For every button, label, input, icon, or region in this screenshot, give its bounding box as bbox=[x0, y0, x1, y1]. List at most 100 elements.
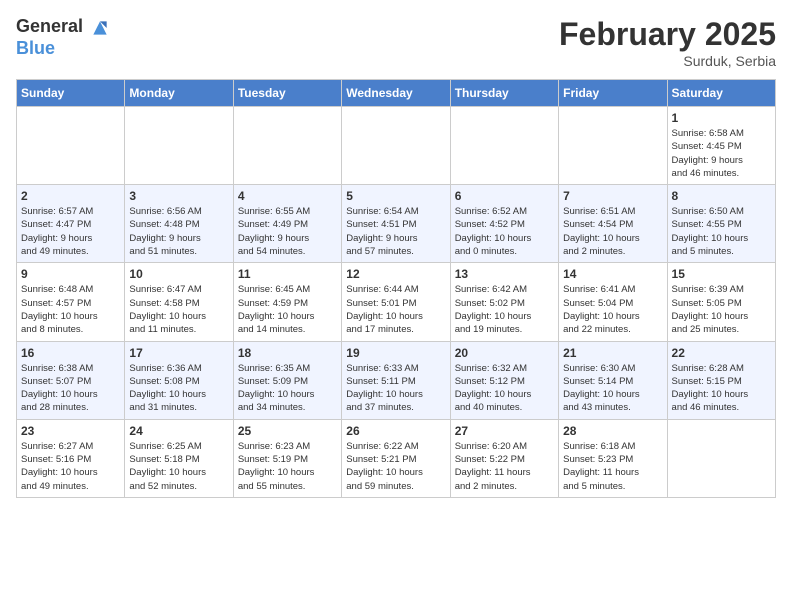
day-number: 17 bbox=[129, 346, 228, 360]
day-number: 16 bbox=[21, 346, 120, 360]
calendar-day: 1 Sunrise: 6:58 AM Sunset: 4:45 PM Daylig… bbox=[667, 107, 775, 185]
day-number: 27 bbox=[455, 424, 554, 438]
weekday-header-row: SundayMondayTuesdayWednesdayThursdayFrid… bbox=[17, 80, 776, 107]
day-info: Sunrise: 6:44 AM Sunset: 5:01 PM Dayligh… bbox=[346, 283, 445, 336]
calendar-day: 27 Sunrise: 6:20 AM Sunset: 5:22 PM Dayli… bbox=[450, 419, 558, 497]
day-number: 7 bbox=[563, 189, 662, 203]
calendar-week-5: 23 Sunrise: 6:27 AM Sunset: 5:16 PM Dayli… bbox=[17, 419, 776, 497]
calendar-day bbox=[559, 107, 667, 185]
calendar-day: 5 Sunrise: 6:54 AM Sunset: 4:51 PM Daylig… bbox=[342, 185, 450, 263]
weekday-header-monday: Monday bbox=[125, 80, 233, 107]
day-number: 10 bbox=[129, 267, 228, 281]
day-number: 19 bbox=[346, 346, 445, 360]
calendar-day: 22 Sunrise: 6:28 AM Sunset: 5:15 PM Dayli… bbox=[667, 341, 775, 419]
day-info: Sunrise: 6:20 AM Sunset: 5:22 PM Dayligh… bbox=[455, 440, 554, 493]
calendar-day: 15Sunrise: 6:39 AM Sunset: 5:05 PM Dayli… bbox=[667, 263, 775, 341]
calendar-day bbox=[125, 107, 233, 185]
calendar-week-3: 9Sunrise: 6:48 AM Sunset: 4:57 PM Daylig… bbox=[17, 263, 776, 341]
day-info: Sunrise: 6:56 AM Sunset: 4:48 PM Dayligh… bbox=[129, 205, 228, 258]
calendar-day: 4 Sunrise: 6:55 AM Sunset: 4:49 PM Daylig… bbox=[233, 185, 341, 263]
day-info: Sunrise: 6:22 AM Sunset: 5:21 PM Dayligh… bbox=[346, 440, 445, 493]
day-info: Sunrise: 6:57 AM Sunset: 4:47 PM Dayligh… bbox=[21, 205, 120, 258]
day-info: Sunrise: 6:33 AM Sunset: 5:11 PM Dayligh… bbox=[346, 362, 445, 415]
calendar-day: 21 Sunrise: 6:30 AM Sunset: 5:14 PM Dayli… bbox=[559, 341, 667, 419]
calendar-week-4: 16 Sunrise: 6:38 AM Sunset: 5:07 PM Dayli… bbox=[17, 341, 776, 419]
day-info: Sunrise: 6:55 AM Sunset: 4:49 PM Dayligh… bbox=[238, 205, 337, 258]
day-info: Sunrise: 6:50 AM Sunset: 4:55 PM Dayligh… bbox=[672, 205, 771, 258]
day-info: Sunrise: 6:30 AM Sunset: 5:14 PM Dayligh… bbox=[563, 362, 662, 415]
calendar-day: 14 Sunrise: 6:41 AM Sunset: 5:04 PM Dayli… bbox=[559, 263, 667, 341]
calendar-day: 7 Sunrise: 6:51 AM Sunset: 4:54 PM Daylig… bbox=[559, 185, 667, 263]
title-block: February 2025 Surduk, Serbia bbox=[559, 16, 776, 69]
calendar-day: 11 Sunrise: 6:45 AM Sunset: 4:59 PM Dayli… bbox=[233, 263, 341, 341]
day-info: Sunrise: 6:45 AM Sunset: 4:59 PM Dayligh… bbox=[238, 283, 337, 336]
day-info: Sunrise: 6:35 AM Sunset: 5:09 PM Dayligh… bbox=[238, 362, 337, 415]
day-number: 23 bbox=[21, 424, 120, 438]
day-info: Sunrise: 6:27 AM Sunset: 5:16 PM Dayligh… bbox=[21, 440, 120, 493]
calendar-day: 26Sunrise: 6:22 AM Sunset: 5:21 PM Dayli… bbox=[342, 419, 450, 497]
page-header: General Blue February 2025 Surduk, Serbi… bbox=[16, 16, 776, 69]
calendar-day bbox=[17, 107, 125, 185]
calendar-day: 24Sunrise: 6:25 AM Sunset: 5:18 PM Dayli… bbox=[125, 419, 233, 497]
calendar-day: 9Sunrise: 6:48 AM Sunset: 4:57 PM Daylig… bbox=[17, 263, 125, 341]
calendar-day: 12Sunrise: 6:44 AM Sunset: 5:01 PM Dayli… bbox=[342, 263, 450, 341]
day-number: 4 bbox=[238, 189, 337, 203]
calendar-day: 23 Sunrise: 6:27 AM Sunset: 5:16 PM Dayli… bbox=[17, 419, 125, 497]
weekday-header-sunday: Sunday bbox=[17, 80, 125, 107]
calendar: SundayMondayTuesdayWednesdayThursdayFrid… bbox=[16, 79, 776, 498]
day-info: Sunrise: 6:41 AM Sunset: 5:04 PM Dayligh… bbox=[563, 283, 662, 336]
calendar-day: 20 Sunrise: 6:32 AM Sunset: 5:12 PM Dayli… bbox=[450, 341, 558, 419]
weekday-header-saturday: Saturday bbox=[667, 80, 775, 107]
weekday-header-friday: Friday bbox=[559, 80, 667, 107]
day-number: 13 bbox=[455, 267, 554, 281]
calendar-week-1: 1 Sunrise: 6:58 AM Sunset: 4:45 PM Daylig… bbox=[17, 107, 776, 185]
day-info: Sunrise: 6:18 AM Sunset: 5:23 PM Dayligh… bbox=[563, 440, 662, 493]
calendar-day: 10 Sunrise: 6:47 AM Sunset: 4:58 PM Dayli… bbox=[125, 263, 233, 341]
location: Surduk, Serbia bbox=[559, 53, 776, 69]
calendar-day: 13 Sunrise: 6:42 AM Sunset: 5:02 PM Dayli… bbox=[450, 263, 558, 341]
calendar-day: 3Sunrise: 6:56 AM Sunset: 4:48 PM Daylig… bbox=[125, 185, 233, 263]
day-number: 8 bbox=[672, 189, 771, 203]
day-number: 14 bbox=[563, 267, 662, 281]
day-info: Sunrise: 6:58 AM Sunset: 4:45 PM Dayligh… bbox=[672, 127, 771, 180]
calendar-day: 25 Sunrise: 6:23 AM Sunset: 5:19 PM Dayli… bbox=[233, 419, 341, 497]
logo-blue: Blue bbox=[16, 38, 55, 58]
day-number: 21 bbox=[563, 346, 662, 360]
day-info: Sunrise: 6:52 AM Sunset: 4:52 PM Dayligh… bbox=[455, 205, 554, 258]
logo-general: General bbox=[16, 16, 83, 36]
day-number: 2 bbox=[21, 189, 120, 203]
day-number: 25 bbox=[238, 424, 337, 438]
calendar-day: 2 Sunrise: 6:57 AM Sunset: 4:47 PM Daylig… bbox=[17, 185, 125, 263]
logo: General Blue bbox=[16, 16, 110, 59]
day-number: 5 bbox=[346, 189, 445, 203]
day-number: 6 bbox=[455, 189, 554, 203]
day-number: 28 bbox=[563, 424, 662, 438]
weekday-header-tuesday: Tuesday bbox=[233, 80, 341, 107]
day-number: 11 bbox=[238, 267, 337, 281]
day-number: 18 bbox=[238, 346, 337, 360]
calendar-day: 18 Sunrise: 6:35 AM Sunset: 5:09 PM Dayli… bbox=[233, 341, 341, 419]
day-info: Sunrise: 6:23 AM Sunset: 5:19 PM Dayligh… bbox=[238, 440, 337, 493]
day-number: 24 bbox=[129, 424, 228, 438]
calendar-day: 6 Sunrise: 6:52 AM Sunset: 4:52 PM Daylig… bbox=[450, 185, 558, 263]
day-info: Sunrise: 6:28 AM Sunset: 5:15 PM Dayligh… bbox=[672, 362, 771, 415]
calendar-day: 28 Sunrise: 6:18 AM Sunset: 5:23 PM Dayli… bbox=[559, 419, 667, 497]
weekday-header-thursday: Thursday bbox=[450, 80, 558, 107]
calendar-day bbox=[450, 107, 558, 185]
day-info: Sunrise: 6:32 AM Sunset: 5:12 PM Dayligh… bbox=[455, 362, 554, 415]
day-number: 20 bbox=[455, 346, 554, 360]
day-number: 22 bbox=[672, 346, 771, 360]
day-number: 15 bbox=[672, 267, 771, 281]
day-info: Sunrise: 6:42 AM Sunset: 5:02 PM Dayligh… bbox=[455, 283, 554, 336]
day-info: Sunrise: 6:38 AM Sunset: 5:07 PM Dayligh… bbox=[21, 362, 120, 415]
day-info: Sunrise: 6:51 AM Sunset: 4:54 PM Dayligh… bbox=[563, 205, 662, 258]
weekday-header-wednesday: Wednesday bbox=[342, 80, 450, 107]
calendar-day: 19 Sunrise: 6:33 AM Sunset: 5:11 PM Dayli… bbox=[342, 341, 450, 419]
day-info: Sunrise: 6:48 AM Sunset: 4:57 PM Dayligh… bbox=[21, 283, 120, 336]
day-number: 1 bbox=[672, 111, 771, 125]
day-info: Sunrise: 6:54 AM Sunset: 4:51 PM Dayligh… bbox=[346, 205, 445, 258]
calendar-day: 8 Sunrise: 6:50 AM Sunset: 4:55 PM Daylig… bbox=[667, 185, 775, 263]
day-info: Sunrise: 6:47 AM Sunset: 4:58 PM Dayligh… bbox=[129, 283, 228, 336]
logo-icon bbox=[90, 18, 110, 38]
calendar-day: 17Sunrise: 6:36 AM Sunset: 5:08 PM Dayli… bbox=[125, 341, 233, 419]
